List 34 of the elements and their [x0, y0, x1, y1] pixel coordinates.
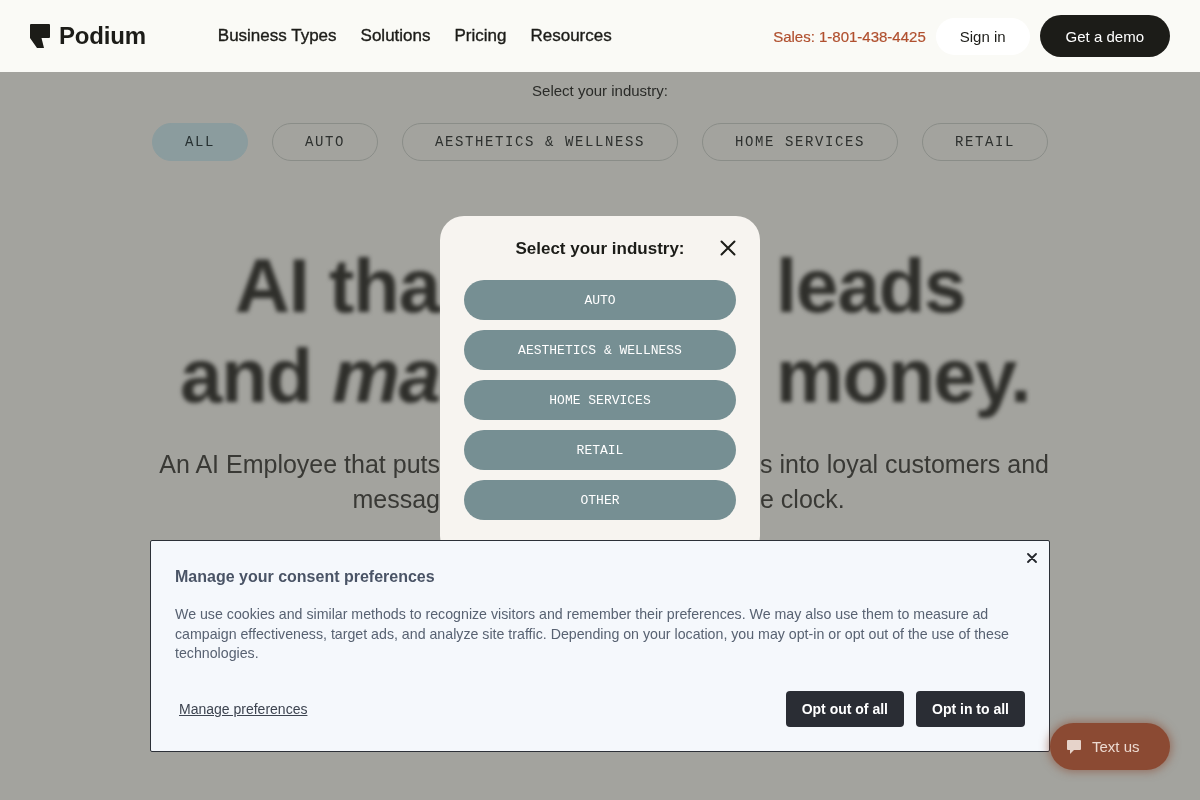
nav-link[interactable]: Resources [530, 26, 612, 46]
logo-text[interactable]: Podium [59, 22, 146, 50]
subheadline-text: An AI Employee that puts [159, 449, 440, 480]
consent-title: Manage your consent preferences [175, 567, 436, 587]
industry-option-button[interactable]: AESTHETICS & WELLNESS [464, 330, 736, 370]
subheadline-text: s into loyal customers and [760, 449, 1050, 480]
consent-description: We use cookies and similar methods to recognize visitors and remember their preferences. We may also use them to measure ad campaign effectiveness, target ads, and analyze site traffic. Depending on your location, you may opt-in or opt out of the use of these technologies. [175, 605, 1010, 663]
manage-preferences-link[interactable]: Manage preferences [179, 700, 308, 717]
headline-text: AI tha [234, 242, 440, 330]
chat-bubble-icon [1066, 738, 1082, 755]
industry-option-button[interactable]: AUTO [464, 280, 736, 320]
get-demo-button[interactable]: Get a demo [1039, 15, 1170, 57]
industry-option-button[interactable]: HOME SERVICES [464, 380, 736, 420]
consent-choice-button[interactable]: Opt in to all [916, 690, 1025, 727]
nav-link[interactable]: Solutions [360, 26, 431, 46]
close-icon[interactable] [1027, 553, 1037, 563]
filter-label: Select your industry: [532, 82, 668, 100]
logo-icon[interactable] [30, 24, 50, 48]
subheadline-text: e clock. [760, 484, 845, 515]
text-us-button[interactable]: Text us [1050, 723, 1170, 770]
nav-link[interactable]: Business Types [217, 26, 337, 46]
subheadline-text: messag [352, 484, 440, 515]
headline-text: leads [775, 242, 966, 330]
modal-title: Select your industry: [515, 239, 685, 259]
industry-option-button[interactable]: OTHER [464, 480, 736, 520]
headline-text: and ma [179, 332, 440, 420]
sign-in-button[interactable]: Sign in [935, 17, 1030, 55]
nav-link[interactable]: Pricing [454, 26, 507, 46]
consent-choice-button[interactable]: Opt out of all [785, 690, 904, 727]
close-icon[interactable] [720, 240, 736, 256]
sales-phone-link[interactable]: Sales: 1-801-438-4425 [773, 27, 926, 45]
headline-text: money. [775, 332, 1031, 420]
industry-filter-chip[interactable]: ALL [151, 123, 248, 161]
industry-option-button[interactable]: RETAIL [464, 430, 736, 470]
